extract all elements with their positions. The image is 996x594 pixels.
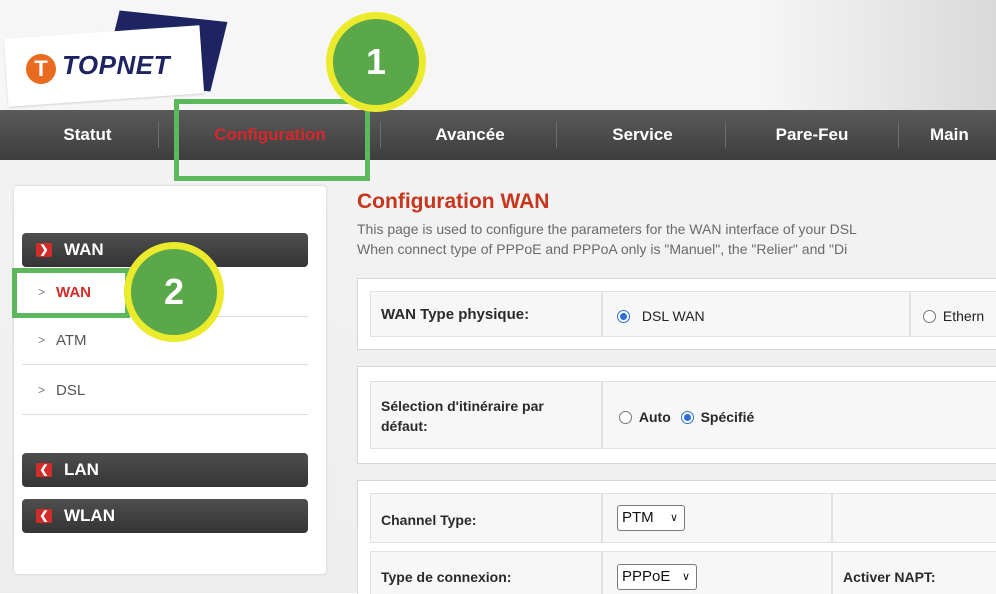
nav-pare-feu[interactable]: Pare-Feu xyxy=(742,110,882,160)
route-auto-option[interactable]: Auto xyxy=(619,408,675,426)
connection-label-cell: Type de connexion: xyxy=(370,551,602,594)
collapse-right-icon: ❯ xyxy=(36,243,52,257)
description-line: This page is used to configure the param… xyxy=(357,221,857,237)
route-options: Auto Spécifié xyxy=(619,408,754,425)
connection-type-label: Type de connexion: xyxy=(381,569,512,585)
chevron-down-icon: ∨ xyxy=(669,512,678,524)
connection-type-select[interactable]: PPPoE ∨ xyxy=(617,564,697,590)
sidebar-item-label: DSL xyxy=(56,382,86,399)
highlight-wan-item xyxy=(12,268,130,318)
sidebar-group-label: WLAN xyxy=(64,506,115,525)
expand-down-icon: ❮ xyxy=(36,463,52,477)
router-admin-page: T TOPNET Statut Configuration Avancée Se… xyxy=(0,0,996,594)
sidebar-item-dsl[interactable]: > DSL xyxy=(22,368,308,415)
page-description: This page is used to configure the param… xyxy=(357,219,993,259)
header: T TOPNET xyxy=(0,0,996,110)
default-route-section: Sélection d'itinéraire par défaut: Auto … xyxy=(357,366,996,464)
napt-label: Activer NAPT: xyxy=(843,569,936,585)
wan-type-dsl-option[interactable]: DSL WAN xyxy=(617,307,705,324)
select-value: PTM xyxy=(622,509,654,526)
channel-label-cell: Channel Type: xyxy=(370,493,602,543)
nav-divider xyxy=(725,122,726,148)
route-options-cell: Auto Spécifié xyxy=(602,381,996,449)
nav-avancee[interactable]: Avancée xyxy=(400,110,540,160)
wan-type-label: WAN Type physique: xyxy=(381,306,530,323)
sidebar-group-label: WAN xyxy=(64,240,104,259)
nav-divider xyxy=(158,122,159,148)
select-value: PPPoE xyxy=(622,568,671,585)
nav-divider xyxy=(380,122,381,148)
channel-type-label: Channel Type: xyxy=(381,512,477,528)
option-label: DSL WAN xyxy=(641,308,705,325)
radio-unselected-icon[interactable] xyxy=(923,309,936,323)
chevron-right-icon: > xyxy=(38,383,46,397)
wan-type-label-cell: WAN Type physique: xyxy=(370,291,602,337)
description-line: When connect type of PPPoE and PPPoA onl… xyxy=(357,241,848,257)
sidebar-group-label: LAN xyxy=(64,460,99,479)
nav-divider xyxy=(898,122,899,148)
nav-maintenance[interactable]: Main xyxy=(930,110,996,160)
napt-label-cell: Activer NAPT: xyxy=(832,551,996,594)
wan-type-ethernet-option[interactable]: Ethern xyxy=(923,307,984,324)
main-nav: Statut Configuration Avancée Service Par… xyxy=(0,110,996,160)
step-badge-2: 2 xyxy=(124,242,224,342)
topnet-logo-text: TOPNET xyxy=(62,50,170,80)
header-shade xyxy=(760,0,996,110)
chevron-down-icon: ∨ xyxy=(681,571,690,583)
channel-select-cell: PTM ∨ xyxy=(602,493,832,543)
nav-statut[interactable]: Statut xyxy=(25,110,150,160)
sidebar-item-label: ATM xyxy=(56,332,87,349)
channel-type-select[interactable]: PTM ∨ xyxy=(617,505,685,531)
wan-type-options-cell: DSL WAN xyxy=(602,291,910,337)
channel-empty-cell xyxy=(832,493,996,543)
nav-service[interactable]: Service xyxy=(575,110,710,160)
option-label: Spécifié xyxy=(700,409,755,426)
expand-down-icon: ❮ xyxy=(36,509,52,523)
radio-selected-icon[interactable] xyxy=(617,309,630,323)
route-specified-option[interactable]: Spécifié xyxy=(680,408,755,426)
wan-type-section: WAN Type physique: DSL WAN Ethern xyxy=(357,278,996,350)
route-label-cell: Sélection d'itinéraire par défaut: xyxy=(370,381,602,449)
sidebar-group-wlan[interactable]: ❮ WLAN xyxy=(22,499,308,533)
step-badge-1: 1 xyxy=(326,12,426,112)
option-label: Ethern xyxy=(942,308,985,325)
topnet-logo-icon: T xyxy=(26,54,56,84)
connection-select-cell: PPPoE ∨ xyxy=(602,551,832,594)
wan-type-ethernet-cell: Ethern xyxy=(910,291,996,337)
option-label: Auto xyxy=(638,409,671,426)
sidebar-group-lan[interactable]: ❮ LAN xyxy=(22,453,308,487)
chevron-right-icon: > xyxy=(38,333,46,347)
route-label: Sélection d'itinéraire par défaut: xyxy=(381,398,544,434)
page-title: Configuration WAN xyxy=(357,190,550,213)
radio-selected-icon[interactable] xyxy=(680,410,694,424)
highlight-configuration xyxy=(174,99,370,181)
connection-section: Channel Type: PTM ∨ Type de connexion: P… xyxy=(357,480,996,594)
nav-divider xyxy=(556,122,557,148)
radio-unselected-icon[interactable] xyxy=(619,410,632,424)
